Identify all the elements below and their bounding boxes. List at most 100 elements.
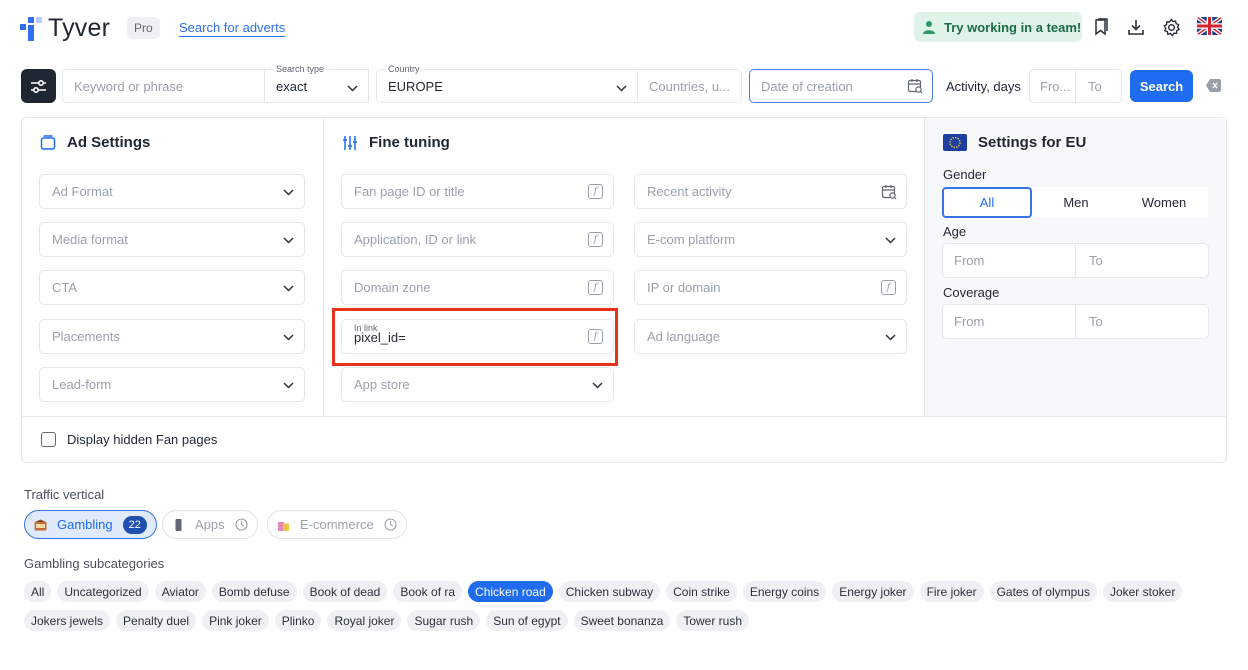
try-team-button[interactable]: Try working in a team!: [914, 12, 1082, 42]
activity-days-label: Activity, days: [946, 79, 1021, 94]
date-of-creation-input[interactable]: Date of creation: [749, 69, 933, 103]
domain-zone-input[interactable]: Domain zone f: [341, 270, 614, 305]
logo[interactable]: Tyver: [20, 14, 110, 43]
subcategory-chip[interactable]: Joker stoker: [1102, 581, 1183, 602]
language-switch[interactable]: [1197, 17, 1222, 35]
subcategory-chip[interactable]: Fire joker: [919, 581, 984, 602]
ad-language-label: Ad language: [647, 329, 721, 344]
placements-select[interactable]: Placements: [39, 319, 305, 354]
sliders-icon: [31, 79, 46, 93]
function-icon: f: [588, 280, 603, 295]
subcategories-heading: Gambling subcategories: [24, 556, 165, 571]
ad-format-label: Ad Format: [52, 184, 113, 199]
country-label: Country: [386, 64, 422, 74]
coverage-label: Coverage: [943, 285, 1000, 300]
subcategory-chip[interactable]: Coin strike: [666, 581, 737, 602]
subcategory-chip[interactable]: All: [24, 581, 52, 602]
hidden-fan-pages-checkbox[interactable]: [41, 432, 56, 447]
coverage-to-placeholder: To: [1089, 314, 1103, 329]
vertical-apps[interactable]: Apps: [162, 510, 258, 539]
gear-icon: [1162, 17, 1180, 37]
gender-women-option[interactable]: Women: [1120, 187, 1208, 218]
gender-men-option[interactable]: Men: [1032, 187, 1120, 218]
search-button[interactable]: Search: [1130, 70, 1193, 102]
bookmark-button[interactable]: [1090, 16, 1112, 38]
lead-form-select[interactable]: Lead-form: [39, 367, 305, 402]
ecom-platform-select[interactable]: E-com platform: [634, 222, 907, 257]
subcategory-chip[interactable]: Sweet bonanza: [573, 610, 671, 631]
media-format-select[interactable]: Media format: [39, 222, 305, 257]
plan-badge: Pro: [127, 17, 160, 39]
subcategory-chip[interactable]: Book of dead: [302, 581, 388, 602]
subcategory-chip[interactable]: Book of ra: [393, 581, 463, 602]
fan-page-input[interactable]: Fan page ID or title f: [341, 174, 614, 209]
search-adverts-link[interactable]: Search for adverts: [179, 20, 286, 37]
vertical-gambling-label: Gambling: [57, 517, 113, 532]
subcategory-chip[interactable]: Gates of olympus: [989, 581, 1097, 602]
chevron-down-icon: [616, 85, 627, 92]
traffic-vertical-heading: Traffic vertical: [24, 487, 105, 502]
gender-label: Gender: [943, 167, 987, 182]
subcategory-chip[interactable]: Jokers jewels: [24, 610, 111, 631]
user-icon: [923, 21, 935, 34]
subcategory-chip-selected[interactable]: Chicken road: [468, 581, 553, 602]
subcategory-chip[interactable]: Energy coins: [742, 581, 827, 602]
vertical-ecommerce-label: E-commerce: [300, 517, 374, 532]
ecom-platform-label: E-com platform: [647, 232, 736, 247]
subcategory-chip[interactable]: Penalty duel: [116, 610, 197, 631]
vertical-gambling-count: 22: [122, 515, 147, 534]
filters-toggle-button[interactable]: [21, 69, 56, 103]
app-store-select[interactable]: App store: [341, 367, 614, 402]
search-type-select[interactable]: Search type exact: [264, 64, 369, 103]
subcategory-chip[interactable]: Bomb defuse: [211, 581, 297, 602]
gender-all-option[interactable]: All: [942, 187, 1032, 218]
application-input[interactable]: Application, ID or link f: [341, 222, 614, 257]
bookmark-icon: [1095, 18, 1108, 36]
subcategory-chip[interactable]: Royal joker: [327, 610, 402, 631]
country-select[interactable]: Country EUROPE: [376, 64, 638, 103]
settings-button[interactable]: [1160, 16, 1182, 38]
activity-from-placeholder: Fro...: [1040, 78, 1071, 94]
age-from-input[interactable]: From: [942, 243, 1076, 278]
highlight-annotation: [332, 308, 618, 366]
subcategory-chip[interactable]: Aviator: [154, 581, 206, 602]
subcategory-chip[interactable]: Plinko: [274, 610, 322, 631]
fine-tuning-title: Fine tuning: [342, 134, 450, 151]
subcategory-chip[interactable]: Chicken subway: [558, 581, 661, 602]
ip-domain-input[interactable]: IP or domain f: [634, 270, 907, 305]
placements-label: Placements: [52, 329, 120, 344]
coverage-from-input[interactable]: From: [942, 304, 1076, 339]
recent-activity-input[interactable]: Recent activity: [634, 174, 907, 209]
search-type-label: Search type: [274, 64, 327, 74]
subcategory-chip[interactable]: Tower rush: [676, 610, 749, 631]
vertical-gambling[interactable]: Gambling 22: [24, 510, 157, 539]
keyword-input[interactable]: Keyword or phrase: [62, 69, 265, 103]
casino-icon: [34, 519, 47, 530]
calendar-icon: [907, 79, 923, 94]
fan-page-placeholder: Fan page ID or title: [354, 184, 465, 199]
activity-to-input[interactable]: To: [1075, 69, 1122, 103]
shopping-bags-icon: [278, 521, 289, 531]
subcategory-chip[interactable]: Sun of egypt: [486, 610, 568, 631]
chevron-down-icon: [885, 333, 896, 341]
subcategory-chip[interactable]: Sugar rush: [407, 610, 481, 631]
ip-domain-placeholder: IP or domain: [647, 280, 721, 295]
chevron-down-icon: [283, 333, 294, 341]
subcategory-chip[interactable]: Uncategorized: [57, 581, 149, 602]
activity-from-input[interactable]: Fro...: [1029, 69, 1076, 103]
subcategory-chip[interactable]: Energy joker: [832, 581, 914, 602]
age-to-input[interactable]: To: [1075, 243, 1209, 278]
clear-filters-icon[interactable]: [1206, 79, 1221, 92]
cta-select[interactable]: CTA: [39, 270, 305, 305]
ad-settings-label: Ad Settings: [67, 134, 151, 151]
countries-input[interactable]: Countries, u...: [637, 69, 742, 103]
ad-format-select[interactable]: Ad Format: [39, 174, 305, 209]
coverage-to-input[interactable]: To: [1075, 304, 1209, 339]
vertical-ecommerce[interactable]: E-commerce: [267, 510, 407, 539]
download-button[interactable]: [1125, 16, 1147, 38]
ad-language-select[interactable]: Ad language: [634, 319, 907, 354]
phone-icon: [175, 518, 182, 531]
subcategory-chip[interactable]: Pink joker: [202, 610, 269, 631]
hidden-fan-pages-toggle[interactable]: Display hidden Fan pages: [41, 432, 217, 447]
age-to-placeholder: To: [1089, 253, 1103, 268]
